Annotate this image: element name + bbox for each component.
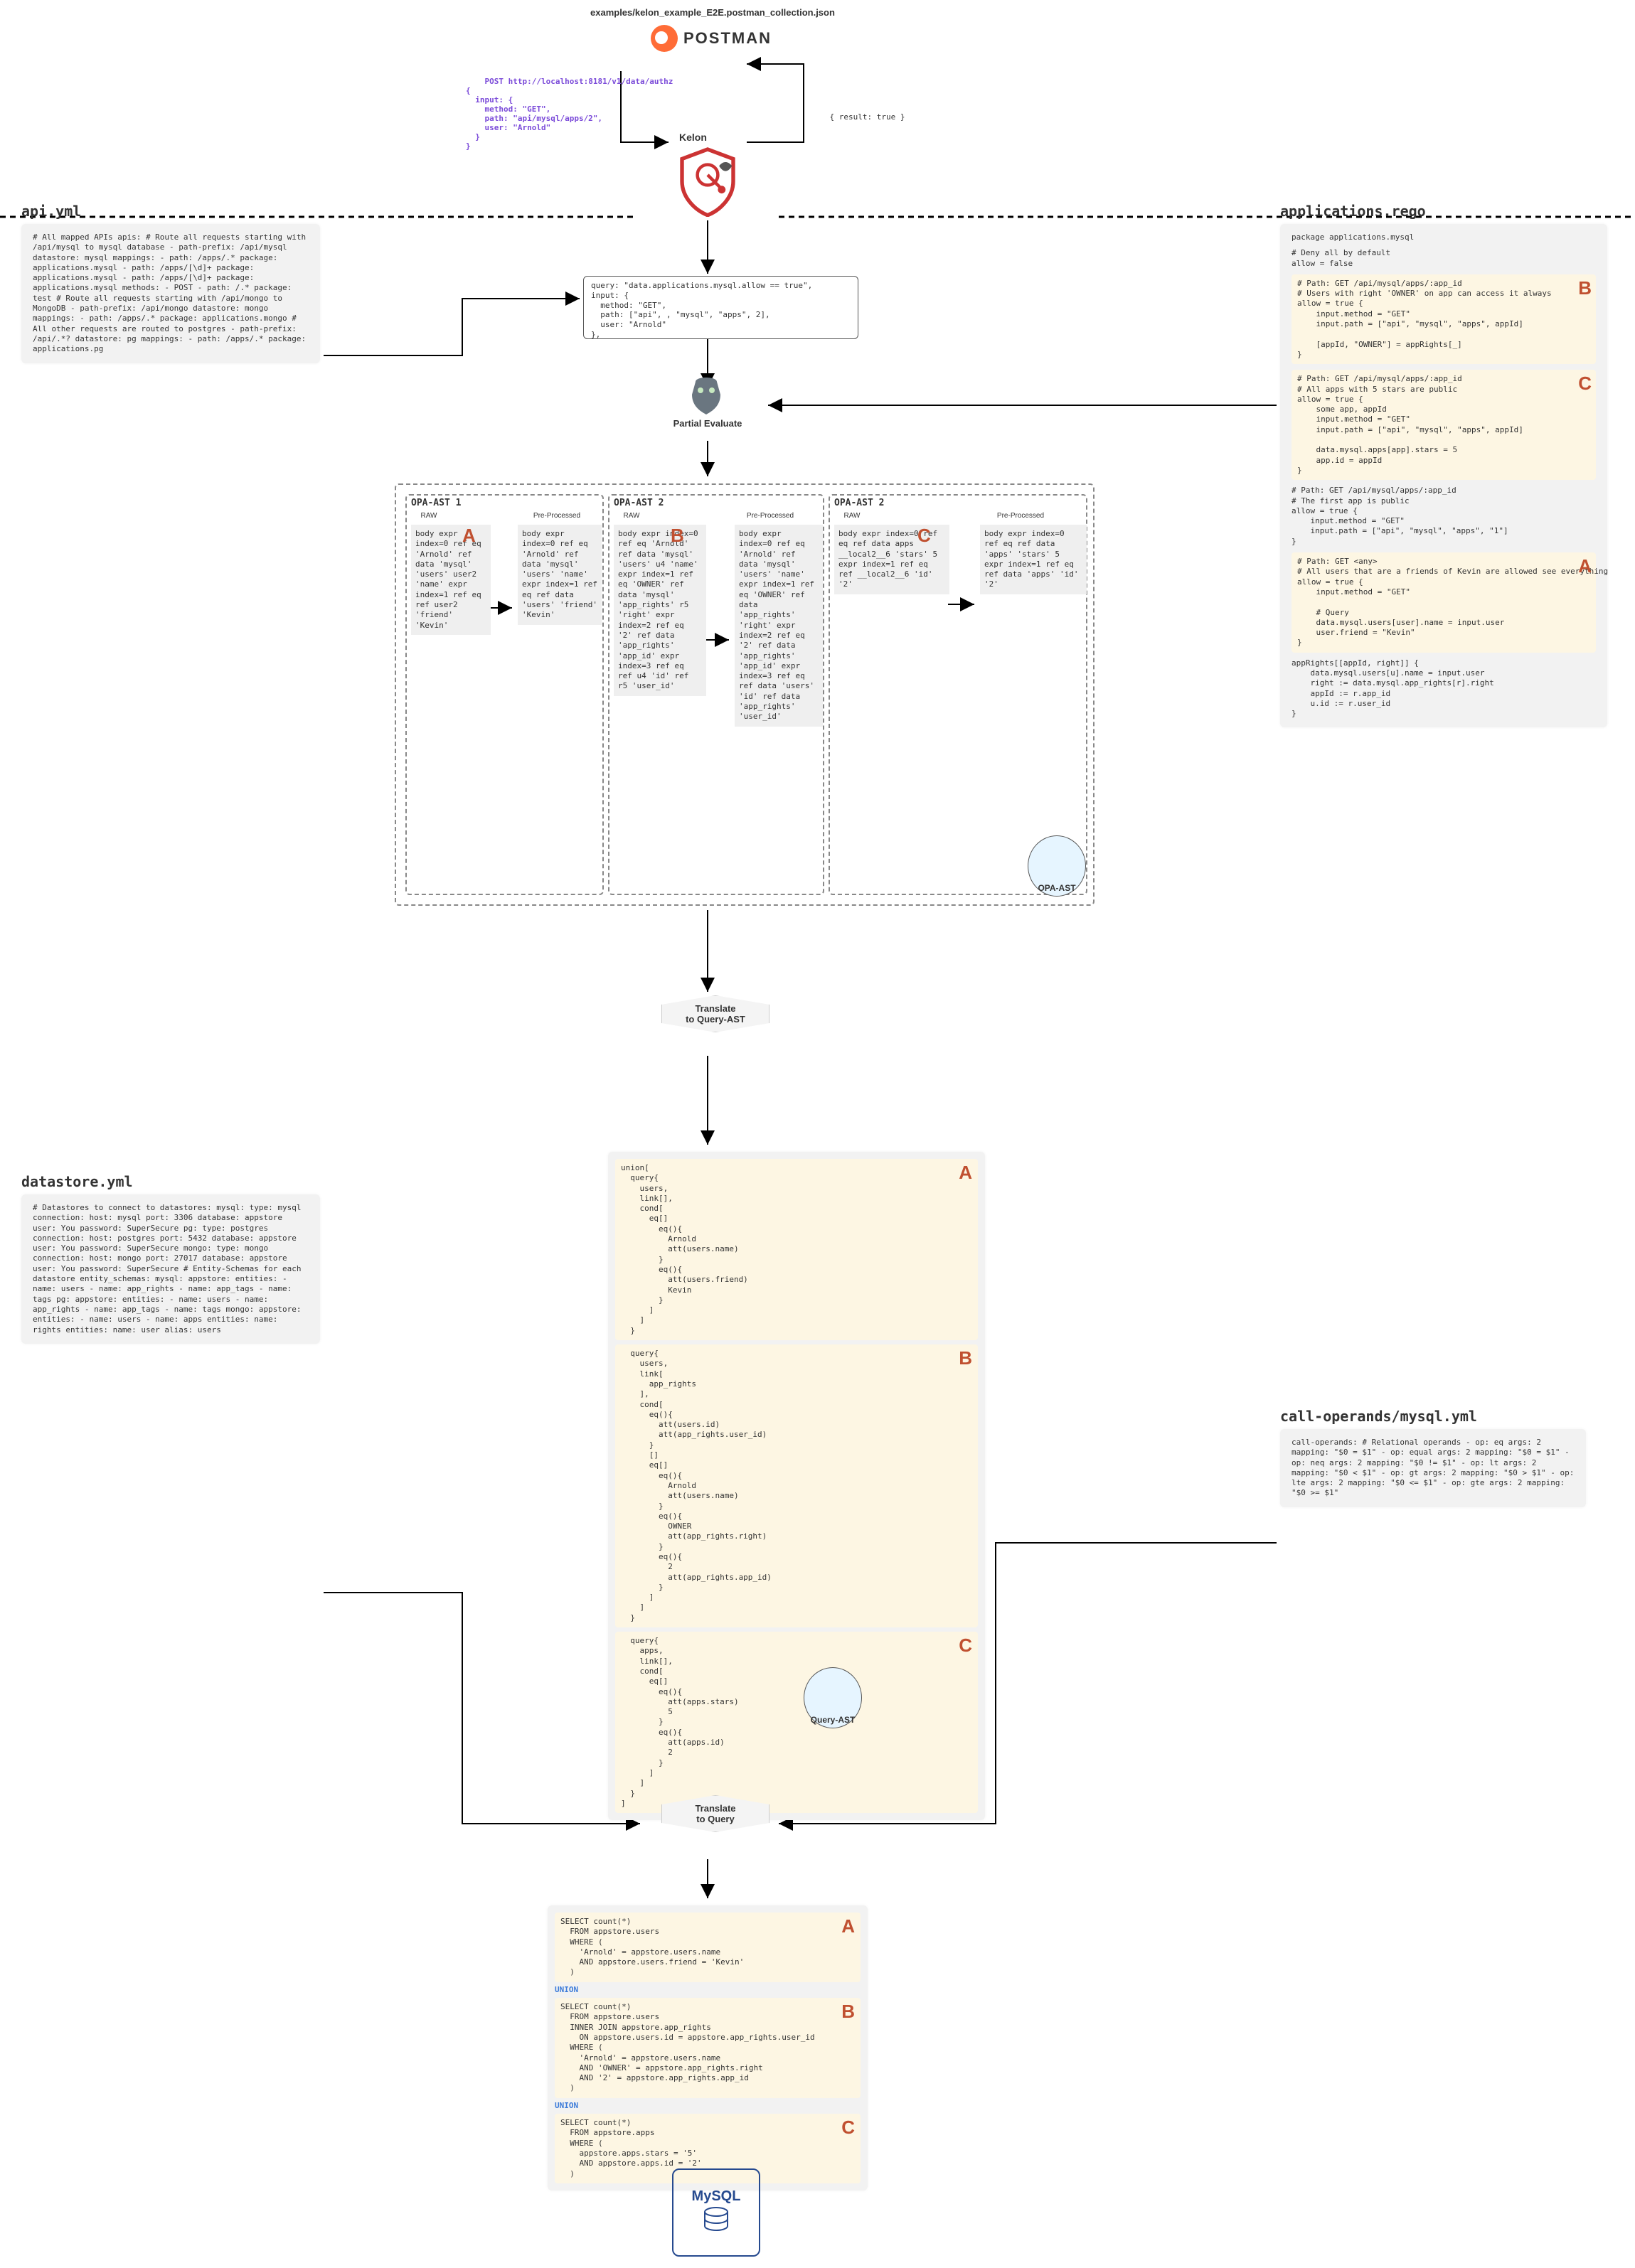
call-operands-panel: call-operands/mysql.yml call-operands: #…	[1280, 1408, 1586, 1507]
sql-a: SELECT count(*) FROM appstore.users WHER…	[555, 1913, 861, 1982]
opa-ast3-pre: body expr index=0 ref eq ref data 'apps'…	[980, 525, 1087, 594]
badge-b-rego: B	[1578, 277, 1592, 299]
badge-c-1: C	[917, 525, 931, 547]
query-ast-circle-icon: Query-AST	[804, 1667, 862, 1728]
sql-union-1: UNION	[555, 1985, 861, 1995]
rego-rule-a: # Path: GET <any> # All users that are a…	[1292, 552, 1596, 653]
opa-ast-circle-icon: OPA-AST	[1028, 835, 1086, 897]
applications-rego-panel: applications.rego package applications.m…	[1280, 203, 1607, 727]
postman-request-panel: POST http://localhost:8181/v1/data/authz…	[466, 68, 673, 160]
database-icon	[700, 2205, 733, 2237]
postman-brand: POSTMAN	[651, 25, 772, 52]
rego-rule-b: # Path: GET /api/mysql/apps/:app_id # Us…	[1292, 274, 1596, 364]
badge-b-ast: B	[959, 1347, 972, 1369]
mysql-label: MySQL	[692, 2188, 741, 2205]
api-yml-panel: api.yml # All mapped APIs apis: # Route …	[21, 203, 320, 363]
badge-a-rego: A	[1578, 555, 1592, 577]
ast-raw-label: RAW	[411, 512, 447, 521]
badge-c-ast: C	[959, 1635, 972, 1657]
badge-a-1: A	[462, 525, 476, 547]
datastore-yml-panel: datastore.yml # Datastores to connect to…	[21, 1173, 320, 1344]
opa-ast1-raw: body expr index=0 ref eq 'Arnold' ref da…	[411, 525, 491, 635]
call-operands-title: call-operands/mysql.yml	[1280, 1408, 1586, 1425]
badge-a-sql: A	[841, 1915, 855, 1937]
postman-request: POST http://localhost:8181/v1/data/authz…	[466, 77, 673, 151]
ast-raw-label3: RAW	[834, 512, 870, 521]
badge-b-sql: B	[841, 2001, 855, 2023]
kelon-title: Kelon	[679, 132, 707, 143]
ast-pre-label: Pre-Processed	[525, 512, 589, 521]
opa-ast3-title: OPA-AST 2	[834, 498, 884, 509]
opa-ast-circle-text: OPA-AST	[1038, 883, 1075, 893]
postman-icon	[651, 25, 678, 52]
opa-ast2-title: OPA-AST 2	[614, 498, 664, 509]
badge-c-rego: C	[1578, 373, 1592, 395]
postman-response: { result: true }	[830, 112, 905, 122]
translate-to-query-ast: Translate to Query-AST	[661, 995, 769, 1032]
badge-a-ast: A	[959, 1162, 972, 1184]
postman-response-panel: { result: true }	[811, 103, 905, 131]
opa-ast3-raw: body expr index=0 ref eq ref data apps _…	[834, 525, 949, 594]
ast-pre-label2: Pre-Processed	[738, 512, 802, 521]
rego-deny: # Deny all by default allow = false	[1292, 248, 1596, 269]
sql-b: SELECT count(*) FROM appstore.users INNE…	[555, 1998, 861, 2098]
opa-mascot-icon	[685, 373, 728, 419]
ast-raw-label2: RAW	[614, 512, 649, 521]
opa-ast2-raw: body expr index=0 ref eq 'Arnold' ref da…	[614, 525, 706, 696]
rego-rule-first: # Path: GET /api/mysql/apps/:app_id # Th…	[1292, 486, 1596, 547]
kelon-parsed-request: query: "data.applications.mysql.allow ==…	[583, 276, 858, 339]
opa-ast1-pre: body expr index=0 ref eq 'Arnold' ref da…	[518, 525, 602, 625]
rego-helper: appRights[[appId, right]] { data.mysql.u…	[1292, 658, 1596, 720]
datastore-yml-title: datastore.yml	[21, 1173, 320, 1190]
postman-label: POSTMAN	[683, 29, 772, 48]
postman-collection-filename: examples/kelon_example_E2E.postman_colle…	[590, 7, 835, 18]
query-ast-a: union[ query{ users, link[], cond[ eq[] …	[615, 1159, 978, 1340]
call-operands-body: call-operands: # Relational operands - o…	[1280, 1429, 1586, 1507]
query-ast-c: query{ apps, link[], cond[ eq[] eq(){ at…	[615, 1632, 978, 1813]
kelon-shield-icon	[676, 146, 740, 217]
rego-package: package applications.mysql	[1292, 232, 1596, 242]
query-ast-b: query{ users, link[ app_rights ], cond[ …	[615, 1344, 978, 1627]
mysql-target-box: MySQL	[672, 2168, 760, 2257]
api-yml-title: api.yml	[21, 203, 320, 220]
partial-evaluate-label: Partial Evaluate	[669, 418, 747, 429]
badge-c-sql: C	[841, 2117, 855, 2139]
query-ast-circle-text: Query-AST	[811, 1715, 856, 1725]
ast-pre-label3: Pre-Processed	[985, 512, 1056, 521]
sql-panel: SELECT count(*) FROM appstore.users WHER…	[548, 1905, 868, 2191]
api-yml-body: # All mapped APIs apis: # Route all requ…	[21, 224, 320, 363]
applications-rego-title: applications.rego	[1280, 203, 1607, 220]
sql-union-2: UNION	[555, 2101, 861, 2111]
opa-ast1-title: OPA-AST 1	[411, 498, 461, 509]
datastore-yml-body: # Datastores to connect to datastores: m…	[21, 1194, 320, 1344]
rego-rule-c: # Path: GET /api/mysql/apps/:app_id # Al…	[1292, 370, 1596, 480]
badge-b-1: B	[671, 525, 684, 547]
opa-ast2-pre: body expr index=0 ref eq 'Arnold' ref da…	[735, 525, 823, 727]
query-ast-panel: union[ query{ users, link[], cond[ eq[] …	[608, 1152, 985, 1820]
